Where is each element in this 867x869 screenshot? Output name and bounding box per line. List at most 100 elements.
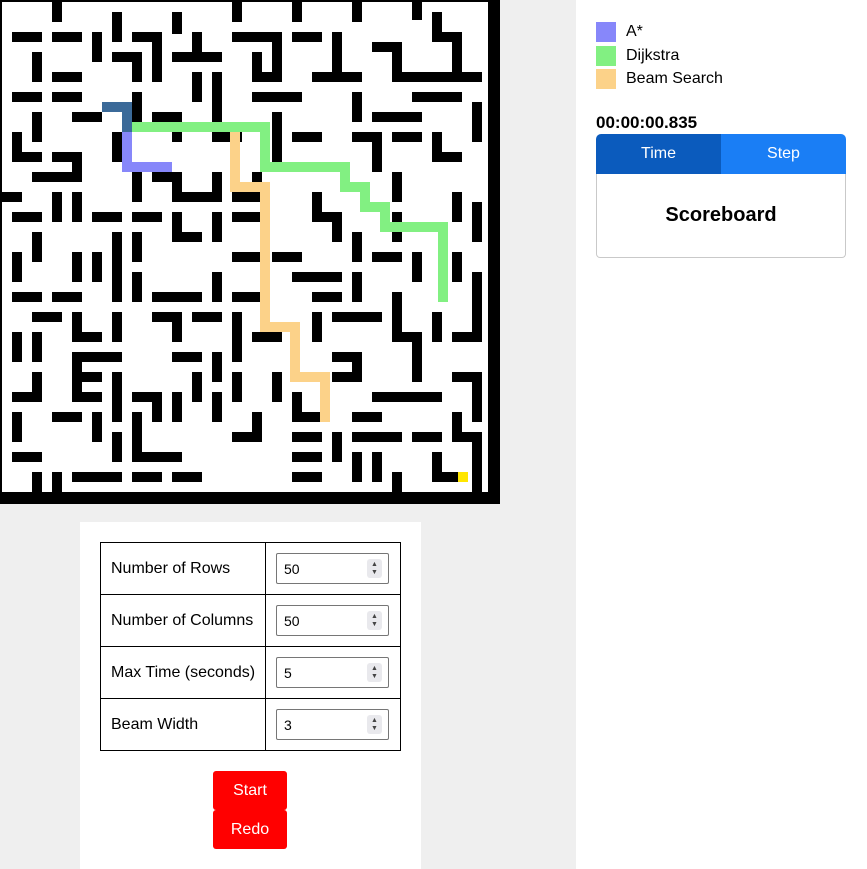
maze-wall [352, 0, 362, 22]
maze-wall [172, 12, 182, 34]
maze-wall [292, 412, 322, 422]
maze-wall [152, 392, 162, 422]
maze-wall [12, 332, 22, 362]
maze-wall [172, 52, 222, 62]
maze-wall [232, 252, 262, 262]
maze-wall [172, 392, 182, 422]
beam-swatch-icon [596, 69, 616, 89]
maze-wall [212, 212, 222, 242]
legend-item-dijkstra: Dijkstra [596, 46, 679, 66]
maze-border-bottom [0, 492, 500, 504]
maze-wall [12, 392, 42, 402]
param-row-beam-width: Beam Width 3 ▲ ▼ [100, 698, 401, 751]
columns-label: Number of Columns [100, 594, 266, 647]
maze-wall [52, 292, 82, 302]
maze-wall [232, 32, 282, 42]
maze-wall [292, 0, 302, 22]
beam-width-label: Beam Width [100, 698, 266, 751]
maze-wall [192, 72, 202, 102]
maze-wall [72, 252, 82, 282]
maze-wall [132, 212, 162, 222]
maze-wall [112, 432, 122, 462]
tab-step[interactable]: Step [721, 134, 846, 174]
maze-wall [452, 192, 462, 222]
beam-width-input[interactable]: 3 ▲ ▼ [276, 709, 389, 740]
maze-wall [132, 472, 162, 482]
maze-wall [432, 152, 462, 162]
maze-wall [372, 42, 402, 52]
maze-wall [0, 192, 22, 202]
maze-wall [52, 72, 82, 82]
legend-label-astar: A* [626, 23, 643, 40]
maze-wall [232, 0, 242, 22]
maze-wall [52, 472, 62, 492]
maze-wall [12, 32, 42, 42]
maze-wall [392, 172, 402, 202]
maze-wall [272, 372, 282, 402]
maze-wall [72, 372, 102, 382]
maze-wall [172, 352, 202, 362]
maze-border-left [0, 0, 2, 504]
goal-cell [458, 472, 468, 482]
maze-wall [392, 132, 422, 142]
scoreboard: Scoreboard [596, 174, 846, 258]
max-time-input[interactable]: 5 ▲ ▼ [276, 657, 389, 688]
maze-wall [52, 192, 62, 222]
maze-wall [292, 432, 322, 442]
tab-time[interactable]: Time [596, 134, 721, 174]
maze-wall [112, 372, 122, 422]
columns-input[interactable]: 50 ▲ ▼ [276, 605, 389, 636]
columns-spinner-icon[interactable]: ▲ ▼ [367, 611, 382, 630]
maze-wall [12, 152, 42, 162]
rows-label: Number of Rows [100, 542, 266, 595]
maze-wall [92, 212, 122, 222]
maze-wall [72, 112, 102, 122]
results-panel: A* Dijkstra Beam Search 00:00:00.835 Tim… [576, 0, 867, 869]
legend-item-astar: A* [596, 22, 643, 42]
columns-value: 50 [284, 612, 300, 629]
maze-wall [372, 112, 422, 122]
maze-wall [32, 312, 62, 322]
maze-wall [412, 0, 422, 20]
maze-wall [332, 432, 342, 462]
maze-wall [232, 192, 262, 202]
maze-wall [212, 272, 222, 302]
rows-spinner-icon[interactable]: ▲ ▼ [367, 559, 382, 578]
maze-wall [212, 92, 222, 122]
parameters-table: Number of Rows 50 ▲ ▼ Number of Columns 5… [100, 542, 401, 751]
maze-wall [292, 472, 322, 482]
maze-wall [32, 472, 42, 492]
maze-wall [352, 452, 362, 482]
maze-wall [392, 332, 422, 342]
param-row-max-time: Max Time (seconds) 5 ▲ ▼ [100, 646, 401, 699]
maze-wall [52, 0, 62, 22]
maze-wall [112, 312, 122, 342]
maze-wall [172, 312, 182, 342]
astar-swatch-icon [596, 22, 616, 42]
maze-wall [372, 252, 402, 262]
maze-wall [72, 392, 102, 402]
legend-item-beam: Beam Search [596, 69, 723, 89]
maze-wall [132, 272, 142, 302]
start-cell [122, 102, 132, 132]
rows-input[interactable]: 50 ▲ ▼ [276, 553, 389, 584]
maze-wall [352, 412, 382, 422]
maze-wall [232, 292, 262, 302]
maze-wall [112, 132, 122, 162]
maze-wall [372, 452, 382, 482]
start-button[interactable]: Start [213, 771, 287, 810]
maze-wall [132, 172, 142, 202]
max-time-spinner-icon[interactable]: ▲ ▼ [367, 663, 382, 682]
maze-wall [292, 452, 322, 462]
maze-wall [112, 12, 122, 42]
beam-width-spinner-icon[interactable]: ▲ ▼ [367, 715, 382, 734]
maze-wall [32, 112, 42, 142]
maze-wall [392, 472, 402, 492]
maze-wall [12, 92, 42, 102]
maze-wall [32, 52, 42, 82]
redo-button[interactable]: Redo [213, 810, 287, 849]
maze-wall [392, 72, 482, 82]
maze-wall [472, 102, 482, 142]
maze-wall [372, 392, 442, 402]
elapsed-timer: 00:00:00.835 [596, 113, 698, 132]
